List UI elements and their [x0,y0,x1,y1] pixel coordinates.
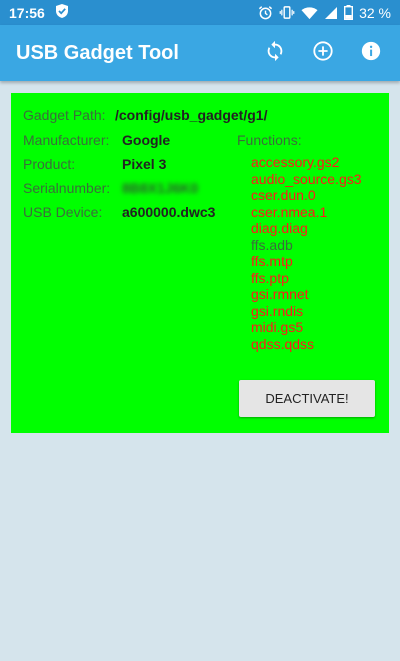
function-item: cser.nmea.1 [251,203,328,220]
function-item: cser.dun.0 [251,187,316,203]
function-item: audio_source.gs3 [251,170,362,187]
functions-list: accessory.gs2 audio_source.gs3 cser.dun.0 c… [251,154,362,352]
signal-icon [324,6,338,20]
refresh-button[interactable] [258,36,292,70]
product-label: Product: [23,156,76,172]
function-item: gsi.rmnet [251,286,309,302]
function-item: ffs.ptp [251,269,289,286]
manufacturer-label: Manufacturer: [23,132,110,148]
function-item: ffs.mtp [251,253,293,269]
sync-icon [264,40,286,67]
gadget-path-label: Gadget Path: [23,107,106,123]
battery-icon [344,5,354,20]
functions-label: Functions: [237,132,302,148]
status-bar: 17:56 32 % [0,0,400,25]
app-bar: USB Gadget Tool [0,25,400,81]
gadget-card: Gadget Path: /config/usb_gadget/g1/ Manu… [11,93,389,433]
function-item: diag.diag [251,220,308,236]
wifi-icon [301,6,318,20]
manufacturer-value: Google [122,132,171,148]
alarm-icon [258,5,273,20]
serialnumber-value: 8B8X1J6K0 [122,180,199,196]
usb-device-value: a600000.dwc3 [122,204,216,220]
deactivate-button[interactable]: DEACTIVATE! [239,380,375,417]
app-title: USB Gadget Tool [16,41,179,64]
vibrate-icon [279,5,295,20]
info-button[interactable] [354,36,388,70]
info-icon [360,40,382,67]
add-gadget-button[interactable] [306,36,340,70]
battery-percent: 32 % [359,4,391,21]
function-item: ffs.adb [251,236,293,253]
usb-device-label: USB Device: [23,204,103,220]
add-circle-icon [312,40,334,67]
status-time: 17:56 [9,4,45,21]
shield-check-icon [55,3,69,22]
function-item: gsi.rndis [251,302,304,319]
function-item: midi.gs5 [251,319,304,335]
function-item: qdss.qdss [251,335,315,352]
gadget-path-value: /config/usb_gadget/g1/ [115,107,268,123]
function-item: accessory.gs2 [251,154,340,170]
serialnumber-label: Serialnumber: [23,180,111,196]
product-value: Pixel 3 [122,156,167,172]
